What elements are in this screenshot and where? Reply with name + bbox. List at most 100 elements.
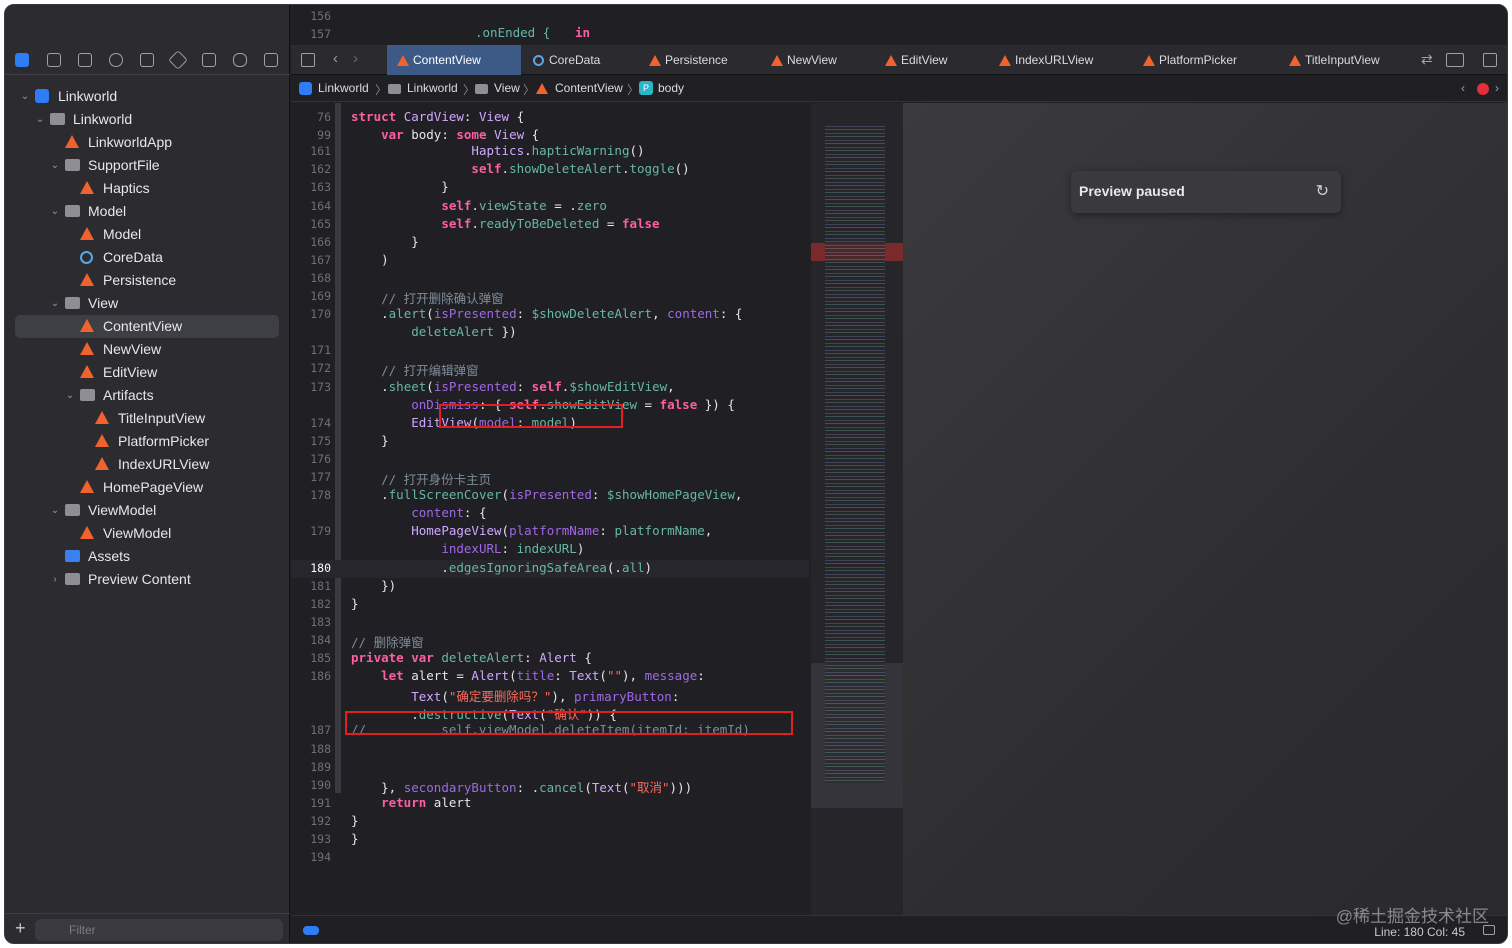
code-line[interactable]: 186 let alert = Alert(title: Text(""), m… bbox=[291, 668, 809, 686]
search-icon[interactable] bbox=[109, 53, 123, 67]
test-icon[interactable] bbox=[168, 50, 188, 70]
code-line[interactable]: 165 self.readyToBeDeleted = false bbox=[291, 216, 809, 234]
code-line[interactable]: indexURL: indexURL) bbox=[291, 541, 809, 559]
code-line[interactable]: 179 HomePageView(platformName: platformN… bbox=[291, 523, 809, 541]
tab-platformpicker[interactable]: PlatformPicker bbox=[1133, 45, 1277, 75]
tree-item[interactable]: ⌄ ViewModel bbox=[15, 499, 279, 522]
panel-toggle-icon[interactable] bbox=[1483, 925, 1495, 935]
disclosure-icon[interactable]: ⌄ bbox=[64, 384, 76, 407]
report-icon[interactable] bbox=[264, 53, 278, 67]
tab-coredata[interactable]: CoreData bbox=[523, 45, 637, 75]
disclosure-icon[interactable]: ⌄ bbox=[49, 292, 61, 315]
code-line[interactable]: 167 ) bbox=[291, 252, 809, 270]
code-line[interactable]: 162 self.showDeleteAlert.toggle() bbox=[291, 161, 809, 179]
code-line[interactable]: 194 bbox=[291, 849, 809, 867]
source-control-icon[interactable] bbox=[47, 53, 61, 67]
code-line[interactable]: 168 bbox=[291, 270, 809, 288]
code-line[interactable]: 191 return alert bbox=[291, 795, 809, 813]
disclosure-icon[interactable]: ⌄ bbox=[49, 499, 61, 522]
code-line[interactable]: 188 bbox=[291, 741, 809, 759]
tree-item[interactable]: › Preview Content bbox=[15, 568, 279, 591]
tab-titleinputview[interactable]: TitleInputView bbox=[1279, 45, 1409, 75]
filter-input[interactable]: Filter bbox=[35, 919, 283, 941]
code-line[interactable]: 172 // 打开编辑弹窗 bbox=[291, 360, 809, 378]
jumpbar-item[interactable]: body bbox=[658, 81, 684, 95]
code-line[interactable]: 193} bbox=[291, 831, 809, 849]
tree-item[interactable]: NewView bbox=[15, 338, 279, 361]
code-line[interactable]: 182} bbox=[291, 596, 809, 614]
tree-item[interactable]: HomePageView bbox=[15, 476, 279, 499]
code-line[interactable]: 171 bbox=[291, 342, 809, 360]
warning-icon[interactable] bbox=[140, 53, 154, 67]
refresh-icon[interactable]: ↻ bbox=[1316, 181, 1329, 201]
tree-item[interactable]: Haptics bbox=[15, 177, 279, 200]
code-line[interactable]: 183 bbox=[291, 614, 809, 632]
code-line[interactable]: Text("确定要删除吗？"), primaryButton: bbox=[291, 686, 809, 704]
prev-issue-icon[interactable]: ‹ bbox=[1461, 81, 1465, 95]
add-file-button[interactable]: + bbox=[15, 918, 26, 939]
jumpbar-item[interactable]: Linkworld bbox=[407, 81, 458, 95]
tab-contentview[interactable]: ContentView bbox=[387, 45, 521, 75]
tree-item[interactable]: ⌄ View bbox=[15, 292, 279, 315]
code-line[interactable]: 163 } bbox=[291, 179, 809, 197]
code-line[interactable]: 173 .sheet(isPresented: self.$showEditVi… bbox=[291, 379, 809, 397]
add-editor-icon[interactable] bbox=[1483, 53, 1497, 67]
tab-newview[interactable]: NewView bbox=[761, 45, 873, 75]
code-line[interactable]: 178 .fullScreenCover(isPresented: $showH… bbox=[291, 487, 809, 505]
code-line[interactable]: 189 bbox=[291, 759, 809, 777]
tree-item[interactable]: ⌄ SupportFile bbox=[15, 154, 279, 177]
tab-editview[interactable]: EditView bbox=[875, 45, 987, 75]
tree-item[interactable]: Assets bbox=[15, 545, 279, 568]
swap-icon[interactable]: ⇄ bbox=[1421, 51, 1433, 68]
minimap[interactable] bbox=[811, 103, 903, 915]
tree-item[interactable]: LinkworldApp bbox=[15, 131, 279, 154]
tree-item[interactable]: TitleInputView bbox=[15, 407, 279, 430]
disclosure-icon[interactable]: › bbox=[49, 568, 61, 591]
code-line[interactable]: 192} bbox=[291, 813, 809, 831]
folder-icon[interactable] bbox=[15, 53, 29, 67]
code-line[interactable]: 161 Haptics.hapticWarning() bbox=[291, 143, 809, 161]
code-line[interactable]: 170 .alert(isPresented: $showDeleteAlert… bbox=[291, 306, 809, 324]
code-line[interactable]: 175 } bbox=[291, 433, 809, 451]
inspector-icon[interactable] bbox=[1446, 53, 1464, 67]
tree-item[interactable]: ContentView bbox=[15, 315, 279, 338]
code-editor[interactable]: 76 struct CardView: View {99 var body: so… bbox=[291, 103, 809, 915]
code-line[interactable]: 184 // 删除弹窗 bbox=[291, 632, 809, 650]
code-line[interactable]: 76 struct CardView: View { bbox=[291, 109, 809, 127]
jumpbar-item[interactable]: Linkworld bbox=[318, 81, 369, 95]
debug-icon[interactable] bbox=[202, 53, 216, 67]
debug-area-toggle[interactable] bbox=[303, 926, 319, 935]
tree-item[interactable]: Persistence bbox=[15, 269, 279, 292]
jumpbar-item[interactable]: View bbox=[494, 81, 520, 95]
code-line[interactable]: 166 } bbox=[291, 234, 809, 252]
grid-icon[interactable] bbox=[301, 53, 315, 67]
tree-item[interactable]: IndexURLView bbox=[15, 453, 279, 476]
tree-item[interactable]: CoreData bbox=[15, 246, 279, 269]
code-line[interactable]: 181 }) bbox=[291, 578, 809, 596]
next-issue-icon[interactable]: › bbox=[1495, 81, 1499, 95]
tree-item[interactable]: ⌄ Linkworld bbox=[15, 85, 279, 108]
code-line[interactable]: 169 // 打开删除确认弹窗 bbox=[291, 288, 809, 306]
tree-item[interactable]: Model bbox=[15, 223, 279, 246]
disclosure-icon[interactable]: ⌄ bbox=[19, 85, 31, 108]
tab-indexurlview[interactable]: IndexURLView bbox=[989, 45, 1131, 75]
tree-item[interactable]: PlatformPicker bbox=[15, 430, 279, 453]
code-line[interactable]: 190 }, secondaryButton: .cancel(Text("取消… bbox=[291, 777, 809, 795]
jumpbar-item[interactable]: ContentView bbox=[555, 81, 623, 95]
code-line[interactable]: 177 // 打开身份卡主页 bbox=[291, 469, 809, 487]
disclosure-icon[interactable]: ⌄ bbox=[49, 200, 61, 223]
code-line[interactable]: 176 bbox=[291, 451, 809, 469]
forward-icon[interactable]: › bbox=[353, 50, 358, 67]
back-icon[interactable]: ‹ bbox=[333, 50, 338, 67]
symbol-icon[interactable] bbox=[78, 53, 92, 67]
breakpoint-icon[interactable] bbox=[233, 53, 247, 67]
tab-persistence[interactable]: Persistence bbox=[639, 45, 759, 75]
code-line[interactable]: content: { bbox=[291, 505, 809, 523]
error-icon[interactable] bbox=[1477, 83, 1489, 95]
disclosure-icon[interactable]: ⌄ bbox=[34, 108, 46, 131]
code-line[interactable]: 164 self.viewState = .zero bbox=[291, 198, 809, 216]
tree-item[interactable]: ⌄ Artifacts bbox=[15, 384, 279, 407]
tree-item[interactable]: ViewModel bbox=[15, 522, 279, 545]
code-line[interactable]: 185 private var deleteAlert: Alert { bbox=[291, 650, 809, 668]
disclosure-icon[interactable]: ⌄ bbox=[49, 154, 61, 177]
